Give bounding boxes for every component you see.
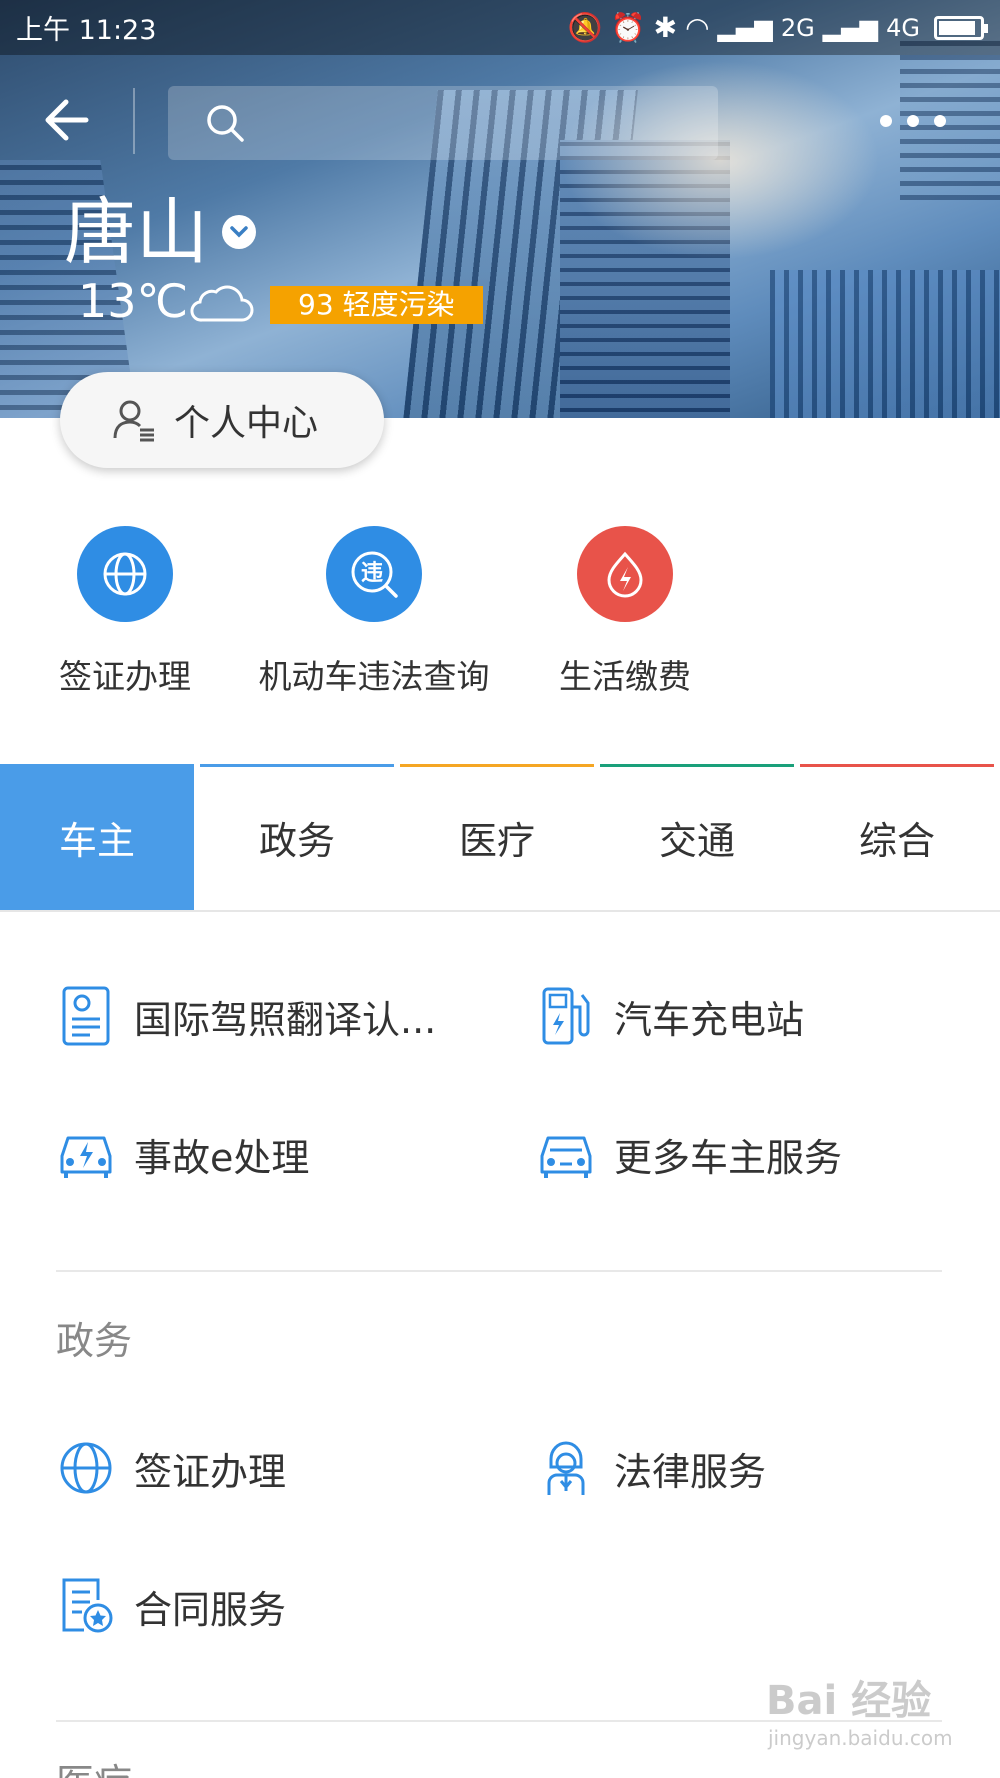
service-label: 更多车主服务 [614,1135,843,1180]
cloud-icon [190,285,254,322]
air-quality-badge: 93 轻度污染 [270,286,483,324]
quick-label: 生活缴费 [559,657,691,696]
search-icon [207,105,244,142]
dot-icon [907,115,919,127]
tab-label: 医疗 [458,818,535,863]
network-4g: 4G [886,13,920,42]
category-tabs: 车主 政务 医疗 交通 综合 [0,764,1000,912]
alarm-icon: ⏰ [610,11,646,44]
service-legal[interactable]: 法律服务 [536,1438,766,1498]
quick-violation[interactable]: 违 机动车违法查询 [254,526,494,698]
car-accident-icon [56,1124,116,1184]
service-label: 法律服务 [614,1449,767,1494]
status-bar: 上午 11:23 🔕 ⏰ ✱ ◠ ▂▄▆ 2G ▂▄▆ 4G [0,0,1000,55]
chevron-down-icon [222,215,257,249]
svg-text:违: 违 [361,560,383,586]
service-charging-station[interactable]: 汽车充电站 [536,986,804,1046]
service-visa[interactable]: 签证办理 [56,1438,286,1498]
quick-visa[interactable]: 签证办理 [54,526,196,698]
status-time: 上午 11:23 [16,15,157,46]
tab-label: 政务 [258,818,335,863]
lightning-icon [577,526,673,622]
tab-general[interactable]: 综合 [800,764,994,910]
section-title-government: 政务 [56,1319,133,1363]
violation-icon: 违 [326,526,422,622]
building-decoration [770,270,1000,418]
service-label: 事故e处理 [134,1135,310,1180]
section-title-medical: 医疗 [56,1752,132,1778]
quick-utilities[interactable]: 生活缴费 [554,526,696,698]
city-selector[interactable]: 唐山 [64,190,257,274]
wifi-icon: ◠ [685,11,710,44]
quick-label: 机动车违法查询 [258,657,490,696]
service-label: 国际驾照翻译认... [134,997,437,1042]
back-button[interactable] [36,90,96,150]
service-label: 签证办理 [134,1449,287,1494]
dot-icon [880,115,892,127]
globe-icon [56,1438,116,1498]
contract-icon [56,1576,116,1636]
mute-icon: 🔕 [567,11,603,44]
service-label: 合同服务 [134,1587,287,1632]
status-icons: 🔕 ⏰ ✱ ◠ ▂▄▆ 2G ▂▄▆ 4G [567,11,988,44]
tab-indicator [400,764,594,767]
service-contract[interactable]: 合同服务 [56,1576,286,1636]
city-name: 唐山 [64,190,209,274]
temperature: 13℃ [78,274,189,328]
quick-services: 签证办理 违 机动车违法查询 生活缴费 [0,526,1000,696]
bluetooth-icon: ✱ [653,11,678,44]
divider [56,1270,942,1272]
divider [133,88,135,154]
personal-center-label: 个人中心 [174,403,319,444]
signal-icon: ▂▄▆ [717,13,773,42]
tab-government[interactable]: 政务 [200,764,394,910]
more-menu-button[interactable] [880,106,970,136]
globe-icon [77,526,173,622]
service-intl-license[interactable]: 国际驾照翻译认... [56,986,436,1046]
dot-icon [934,115,946,127]
license-icon [56,986,116,1046]
search-input[interactable] [168,86,718,160]
tab-car-owner[interactable]: 车主 [0,764,194,910]
signal-icon: ▂▄▆ [822,13,879,42]
tab-indicator [800,764,994,767]
back-arrow-icon [45,99,89,141]
personal-center-button[interactable]: 个人中心 [60,372,384,468]
tab-label: 车主 [58,818,135,863]
tab-label: 交通 [658,818,735,863]
service-accident[interactable]: 事故e处理 [56,1124,309,1184]
lawyer-icon [536,1438,596,1498]
tab-medical[interactable]: 医疗 [400,764,594,910]
watermark-sub: jingyan.baidu.com [768,1726,953,1750]
tab-indicator [600,764,794,767]
tab-transport[interactable]: 交通 [600,764,794,910]
watermark: Bai 经验 [766,1678,932,1724]
tab-label: 综合 [858,818,935,863]
service-more-car[interactable]: 更多车主服务 [536,1124,842,1184]
car-icon [536,1124,596,1184]
tab-indicator [200,764,394,767]
quick-label: 签证办理 [59,657,191,696]
user-icon [113,400,154,442]
service-label: 汽车充电站 [614,997,805,1042]
battery-icon [934,15,988,40]
network-2g: 2G [780,13,815,42]
charging-station-icon [536,986,596,1046]
